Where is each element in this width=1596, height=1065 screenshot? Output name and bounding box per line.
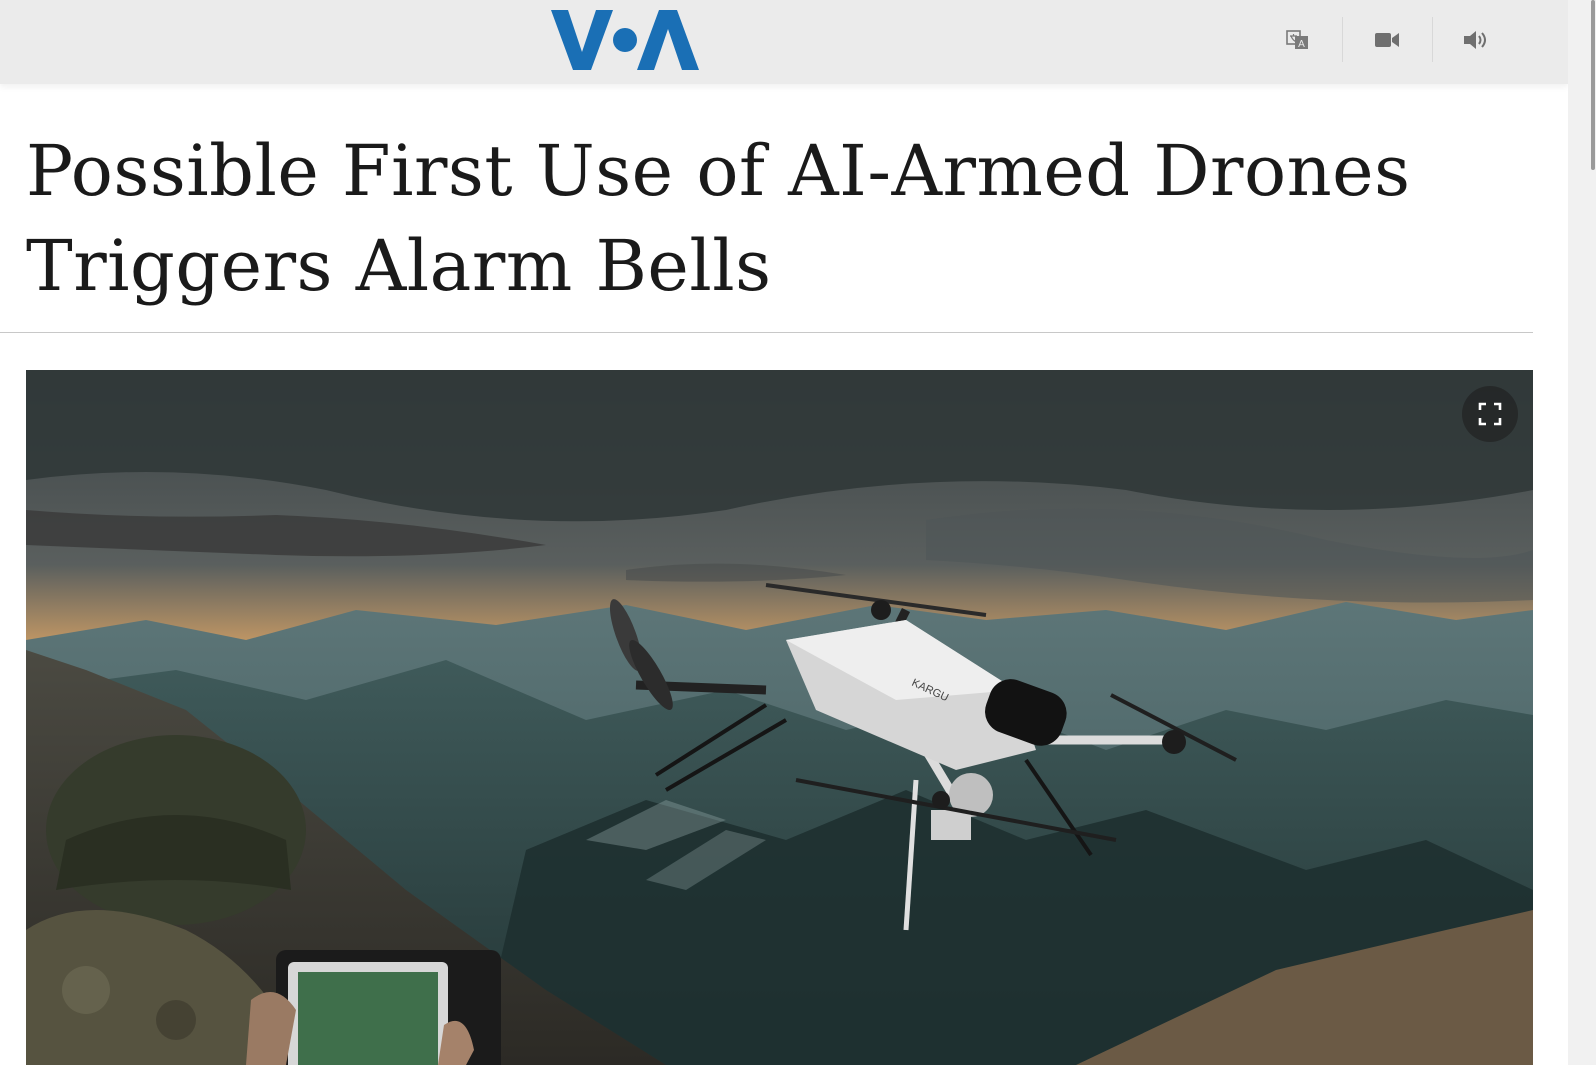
translate-icon[interactable]: A bbox=[1280, 22, 1316, 58]
hero-image[interactable]: KARGU bbox=[26, 370, 1533, 1065]
scrollbar-thumb[interactable] bbox=[1591, 0, 1595, 170]
headline-divider bbox=[0, 332, 1533, 333]
fullscreen-button[interactable] bbox=[1462, 386, 1518, 442]
header-separator bbox=[1432, 17, 1433, 62]
svg-text:A: A bbox=[1298, 39, 1305, 50]
site-header: A bbox=[0, 0, 1568, 84]
page-scrollbar[interactable] bbox=[1568, 0, 1596, 1065]
speaker-icon[interactable] bbox=[1458, 22, 1494, 58]
fullscreen-icon bbox=[1477, 401, 1503, 427]
voa-logo[interactable] bbox=[551, 10, 699, 70]
video-camera-icon[interactable] bbox=[1369, 22, 1405, 58]
header-separator bbox=[1342, 17, 1343, 62]
article-headline: Possible First Use of AI-Armed Drones Tr… bbox=[26, 130, 1411, 307]
